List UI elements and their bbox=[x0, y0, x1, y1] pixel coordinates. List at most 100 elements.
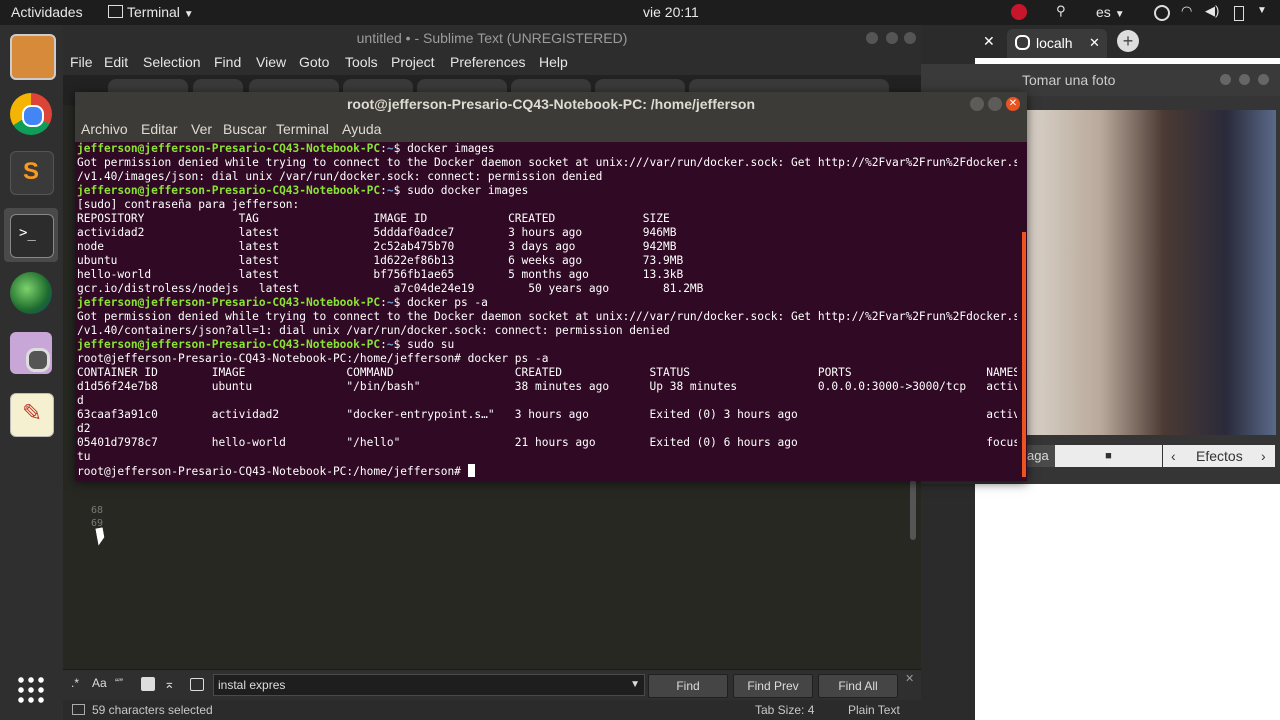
minimize-icon[interactable] bbox=[1220, 74, 1231, 85]
whole-word-toggle[interactable]: “” bbox=[115, 676, 123, 690]
prompt-user: jefferson@jefferson-Presario-CQ43-Notebo… bbox=[77, 296, 381, 309]
maximize-icon[interactable] bbox=[886, 32, 898, 44]
maximize-icon[interactable] bbox=[1239, 74, 1250, 85]
effects-button[interactable]: ‹ Efectos › bbox=[1163, 445, 1275, 467]
terminal-app-icon[interactable]: >_ bbox=[10, 214, 54, 258]
close-icon[interactable]: ✕ bbox=[1089, 29, 1100, 57]
menu-tools[interactable]: Tools bbox=[345, 54, 378, 70]
chevron-down-icon[interactable]: ▼ bbox=[630, 675, 640, 695]
cheese-title: Tomar una foto bbox=[1022, 72, 1116, 88]
maximize-icon[interactable] bbox=[988, 97, 1002, 111]
terminal-output-line: node latest 2c52ab475b70 3 days ago 942M… bbox=[77, 240, 677, 253]
prompt-user: jefferson@jefferson-Presario-CQ43-Notebo… bbox=[77, 338, 381, 351]
find-input-value: instal expres bbox=[218, 678, 286, 692]
find-all-button[interactable]: Find All bbox=[818, 674, 898, 698]
terminal-output-line: Got permission denied while trying to co… bbox=[77, 156, 1017, 169]
terminal-output[interactable]: jefferson@jefferson-Presario-CQ43-Notebo… bbox=[77, 142, 1017, 478]
terminal-output-line: d bbox=[77, 394, 84, 407]
terminal-title: root@jefferson-Presario-CQ43-Notebook-PC… bbox=[75, 92, 1027, 118]
close-icon[interactable]: ✕ bbox=[1006, 97, 1020, 111]
regex-toggle-icon[interactable]: .* bbox=[71, 676, 79, 690]
highlight-toggle-icon[interactable] bbox=[190, 678, 204, 691]
activities-button[interactable]: Actividades bbox=[11, 4, 83, 20]
wifi-icon[interactable]: ◠ bbox=[1181, 3, 1192, 19]
terminal-output-line: tu bbox=[77, 450, 91, 463]
menu-find[interactable]: Find bbox=[214, 54, 241, 70]
chevron-left-icon[interactable]: ‹ bbox=[1171, 445, 1176, 467]
menu-selection[interactable]: Selection bbox=[143, 54, 201, 70]
terminal-output-line: 63caaf3a91c0 actividad2 "docker-entrypoi… bbox=[77, 408, 1017, 421]
panel-toggle-icon[interactable] bbox=[72, 704, 85, 715]
files-app-icon[interactable] bbox=[10, 34, 56, 80]
clock[interactable]: vie 20:11 bbox=[643, 4, 699, 20]
cheese-mode-button[interactable]: aga bbox=[1027, 445, 1055, 467]
terminal-output-line: CONTAINER ID IMAGE COMMAND CREATED STATU… bbox=[77, 366, 1017, 379]
new-tab-button[interactable]: + bbox=[1117, 30, 1139, 52]
terminal-prompt-line: jefferson@jefferson-Presario-CQ43-Notebo… bbox=[77, 296, 488, 310]
sublime-menubar: File Edit Selection Find View Goto Tools… bbox=[63, 51, 921, 75]
battery-icon[interactable] bbox=[1234, 6, 1244, 21]
prompt-colon: : bbox=[380, 338, 387, 351]
terminal-output-line: gcr.io/distroless/nodejs latest a7c04de2… bbox=[77, 282, 704, 295]
menu-help[interactable]: Help bbox=[539, 54, 568, 70]
case-toggle[interactable]: Aa bbox=[92, 676, 107, 690]
menu-file[interactable]: File bbox=[70, 54, 93, 70]
find-panel: .* Aa “” ⌅ instal expres ▼ Find Find Prev… bbox=[63, 669, 921, 700]
menu-project[interactable]: Project bbox=[391, 54, 435, 70]
close-icon[interactable] bbox=[904, 32, 916, 44]
command-text: $ docker ps -a bbox=[393, 296, 488, 309]
record-icon[interactable] bbox=[1011, 4, 1027, 20]
syntax-status[interactable]: Plain Text bbox=[848, 703, 900, 717]
prompt-user: jefferson@jefferson-Presario-CQ43-Notebo… bbox=[77, 184, 381, 197]
location-icon[interactable]: ⚲ bbox=[1056, 3, 1066, 19]
in-selection-icon[interactable]: ⌅ bbox=[164, 676, 175, 692]
language-selector[interactable]: es ▼ bbox=[1096, 4, 1125, 20]
minimize-icon[interactable] bbox=[866, 32, 878, 44]
power-menu-chevron-icon[interactable]: ▼ bbox=[1257, 5, 1267, 16]
cheese-app-icon[interactable] bbox=[10, 332, 52, 374]
terminal-output-line: actividad2 latest 5dddaf0adce7 3 hours a… bbox=[77, 226, 677, 239]
sublime-app-icon[interactable]: S bbox=[10, 151, 54, 195]
terminal-menubar: Archivo Editar Ver Buscar Terminal Ayuda bbox=[75, 118, 1027, 142]
menu-ver[interactable]: Ver bbox=[191, 121, 212, 137]
text-editor-app-icon[interactable]: ✎ bbox=[10, 393, 54, 437]
terminal-output-line: d2 bbox=[77, 422, 91, 435]
menu-view[interactable]: View bbox=[256, 54, 286, 70]
chevron-right-icon[interactable]: › bbox=[1261, 445, 1266, 467]
menu-terminal[interactable]: Terminal bbox=[276, 121, 329, 137]
prompt-path: ~ bbox=[386, 338, 394, 351]
terminal-output-line: d1d56f24e7b8 ubuntu "/bin/bash" 38 minut… bbox=[77, 380, 1017, 393]
browser-tab[interactable]: localh ✕ bbox=[1007, 29, 1107, 58]
close-icon[interactable]: ✕ bbox=[905, 672, 914, 685]
app-menu[interactable]: Terminal ▼ bbox=[108, 4, 194, 20]
find-input[interactable]: instal expres ▼ bbox=[213, 674, 645, 696]
menu-archivo[interactable]: Archivo bbox=[81, 121, 128, 137]
menu-preferences[interactable]: Preferences bbox=[450, 54, 525, 70]
mouse-cursor-icon bbox=[95, 527, 106, 546]
find-prev-button[interactable]: Find Prev bbox=[733, 674, 813, 698]
accessibility-icon[interactable] bbox=[1154, 5, 1170, 21]
menu-ayuda[interactable]: Ayuda bbox=[342, 121, 381, 137]
chrome-app-icon[interactable] bbox=[10, 93, 52, 135]
capture-button[interactable]: ■ bbox=[1055, 445, 1162, 467]
minimize-icon[interactable] bbox=[970, 97, 984, 111]
globe-icon bbox=[1015, 35, 1030, 50]
editor-scrollbar[interactable] bbox=[910, 480, 916, 540]
volume-icon[interactable]: ◀) bbox=[1205, 3, 1219, 19]
close-icon[interactable]: ✕ bbox=[983, 33, 995, 50]
wrap-toggle-icon[interactable] bbox=[141, 677, 155, 691]
terminal-output-line: 05401d7978c7 hello-world "/hello" 21 hou… bbox=[77, 436, 1017, 449]
close-icon[interactable] bbox=[1258, 74, 1269, 85]
app-grid-icon[interactable] bbox=[16, 675, 46, 705]
globe-app-icon[interactable] bbox=[10, 272, 52, 314]
browser-tab-label: localh bbox=[1036, 35, 1073, 51]
tab-size-status[interactable]: Tab Size: 4 bbox=[755, 703, 814, 717]
menu-edit[interactable]: Edit bbox=[104, 54, 128, 70]
menu-editar[interactable]: Editar bbox=[141, 121, 178, 137]
terminal-scrollbar[interactable] bbox=[1022, 232, 1026, 477]
find-button[interactable]: Find bbox=[648, 674, 728, 698]
menu-goto[interactable]: Goto bbox=[299, 54, 329, 70]
selection-status: 59 characters selected bbox=[92, 703, 213, 717]
menu-buscar[interactable]: Buscar bbox=[223, 121, 267, 137]
text-cursor bbox=[467, 464, 475, 477]
